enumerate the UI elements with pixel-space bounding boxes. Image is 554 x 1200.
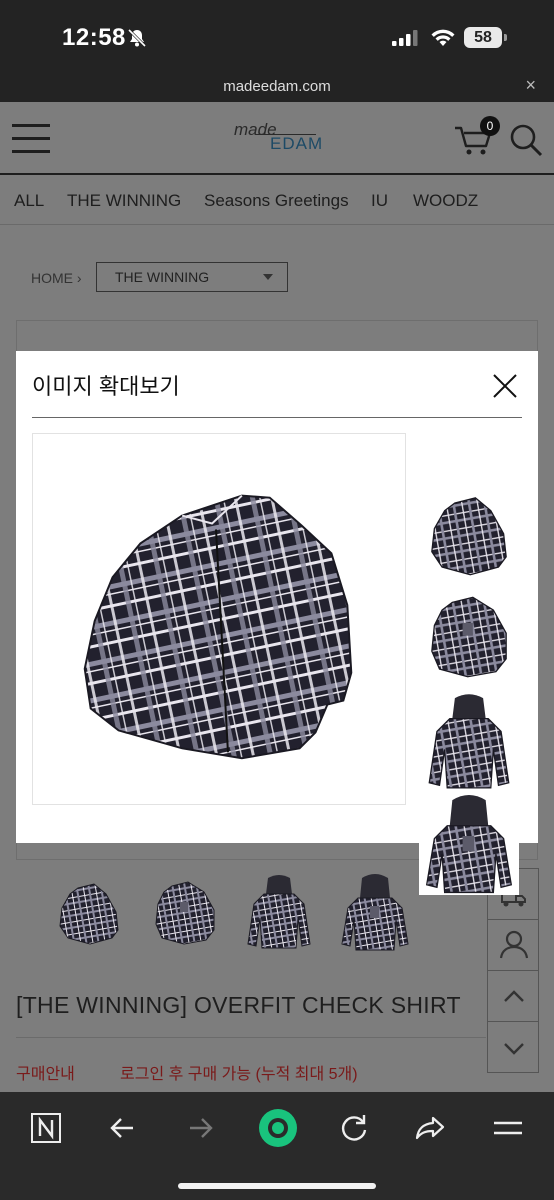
refresh-icon[interactable] xyxy=(336,1110,372,1146)
category-select-value: THE WINNING xyxy=(115,269,210,285)
category-seasons-greetings[interactable]: Seasons Greetings xyxy=(204,191,349,211)
modal-divider xyxy=(32,417,522,418)
share-icon[interactable] xyxy=(413,1110,449,1146)
menu-icon[interactable] xyxy=(12,124,50,154)
wifi-icon xyxy=(431,29,455,46)
product-thumbnail[interactable] xyxy=(150,874,220,952)
url-text[interactable]: madeedam.com xyxy=(0,78,554,95)
category-iu[interactable]: IU xyxy=(371,191,388,211)
image-zoom-modal: 이미지 확대보기 xyxy=(16,351,538,895)
signal-icon xyxy=(392,30,418,46)
logo-edam-text: EDAM xyxy=(270,134,324,153)
close-icon[interactable] xyxy=(492,373,518,399)
product-thumbnail[interactable] xyxy=(54,874,124,952)
mute-bell-icon xyxy=(127,28,147,48)
product-thumbnail[interactable] xyxy=(244,874,314,952)
purchase-guide-info: 로그인 후 구매 가능 (누적 최대 5개) xyxy=(120,1066,358,1083)
category-the-winning[interactable]: THE WINNING xyxy=(67,191,181,211)
close-url-bar-icon[interactable]: × xyxy=(525,75,536,96)
product-title: [THE WINNING] OVERFIT CHECK SHIRT xyxy=(16,992,461,1018)
modal-thumbnail[interactable] xyxy=(419,485,519,585)
chevron-up-icon xyxy=(504,990,524,1002)
back-arrow-icon[interactable] xyxy=(105,1110,141,1146)
battery-indicator: 58 xyxy=(464,27,507,48)
url-bar[interactable]: madeedam.com × xyxy=(0,72,554,102)
category-nav: ALL THE WINNING Seasons Greetings IU WOO… xyxy=(0,177,554,225)
modal-thumbnail[interactable] xyxy=(419,795,519,895)
category-select[interactable]: THE WINNING xyxy=(96,262,288,292)
cart-count-badge: 0 xyxy=(480,116,500,136)
breadcrumb-home[interactable]: HOME › xyxy=(31,270,82,286)
divider xyxy=(16,1037,486,1038)
floating-side-buttons xyxy=(487,868,539,1073)
my-account-button[interactable] xyxy=(487,919,539,971)
category-woodz[interactable]: WOODZ xyxy=(413,191,478,211)
modal-thumbnail[interactable] xyxy=(419,693,519,793)
status-time: 12:58 xyxy=(62,24,126,51)
site-header: made EDAM 0 xyxy=(0,102,554,175)
green-dot-home-icon[interactable] xyxy=(256,1106,300,1150)
user-icon xyxy=(499,930,529,959)
home-indicator xyxy=(178,1183,376,1189)
product-thumbnail[interactable] xyxy=(340,874,410,952)
status-bar: 12:58 58 xyxy=(0,0,554,72)
chevron-down-icon xyxy=(504,1043,524,1055)
zoomed-product-image xyxy=(32,433,406,805)
naver-n-icon[interactable] xyxy=(28,1110,64,1146)
search-icon[interactable] xyxy=(508,122,544,158)
forward-arrow-icon[interactable] xyxy=(182,1110,218,1146)
modal-title: 이미지 확대보기 xyxy=(32,374,180,399)
purchase-guide-label: 구매안내 xyxy=(16,1066,75,1083)
category-all[interactable]: ALL xyxy=(14,191,44,211)
more-menu-icon[interactable] xyxy=(490,1110,526,1146)
modal-thumbnail[interactable] xyxy=(419,587,519,687)
site-logo[interactable]: made EDAM xyxy=(230,120,330,160)
chevron-down-icon xyxy=(263,274,273,280)
scroll-bottom-button[interactable] xyxy=(487,1021,539,1073)
scroll-top-button[interactable] xyxy=(487,970,539,1022)
